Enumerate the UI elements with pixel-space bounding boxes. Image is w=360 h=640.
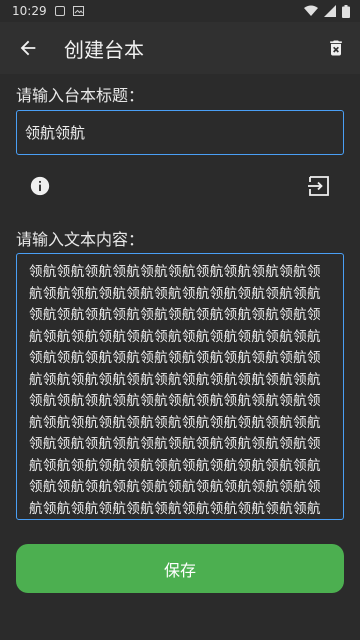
- wifi-icon: [304, 5, 318, 16]
- title-input[interactable]: [16, 110, 344, 155]
- status-bar: 10:29: [0, 0, 360, 22]
- status-left: 10:29: [12, 4, 84, 18]
- signal-icon: [324, 5, 336, 17]
- import-icon: [308, 176, 329, 196]
- notification-image-icon: [72, 6, 84, 16]
- status-time: 10:29: [12, 4, 47, 18]
- arrow-back-icon: [20, 40, 36, 56]
- content-label: 请输入文本内容：: [16, 230, 145, 249]
- back-button[interactable]: [4, 24, 52, 72]
- info-button[interactable]: [20, 166, 60, 206]
- import-button[interactable]: [298, 166, 342, 206]
- notification-a-icon: [54, 6, 65, 16]
- app-bar: 创建台本: [0, 22, 360, 74]
- page-title: 创建台本: [64, 37, 144, 62]
- title-label: 请输入台本标题：: [16, 86, 145, 105]
- content-textarea[interactable]: 领航领航领航领航领航领航领航领航领航领航领航领航领航领航领航领航领航领航领航领航…: [16, 253, 344, 520]
- trash-icon: [330, 40, 342, 56]
- save-button[interactable]: 保存: [16, 544, 344, 593]
- delete-button[interactable]: [312, 24, 360, 72]
- status-right: [304, 4, 350, 18]
- battery-icon: [342, 4, 350, 18]
- info-icon: [30, 176, 50, 196]
